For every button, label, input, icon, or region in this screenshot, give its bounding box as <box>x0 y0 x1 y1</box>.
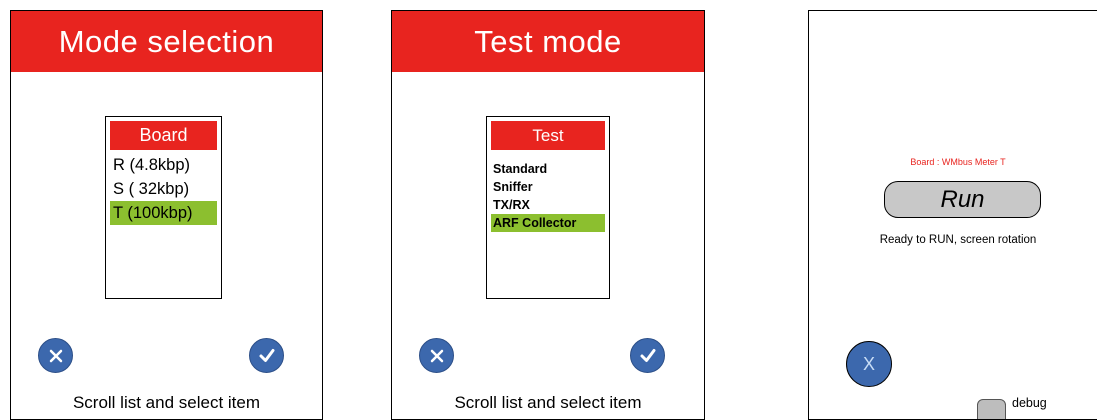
cancel-button[interactable]: X <box>846 341 892 387</box>
list-header: Board <box>110 121 217 150</box>
x-icon <box>430 349 443 362</box>
confirm-button[interactable] <box>630 338 665 373</box>
status-text: Ready to RUN, screen rotation <box>879 234 1037 246</box>
list-item-selected[interactable]: T (100kbp) <box>110 201 217 225</box>
list-item[interactable]: S ( 32kbp) <box>110 177 217 201</box>
list-item[interactable]: TX/RX <box>491 196 605 214</box>
mode-selection-screen: Mode selection Board R (4.8kbp) S ( 32kb… <box>10 10 323 420</box>
x-icon <box>49 349 62 362</box>
test-mode-screen: Test mode Test Standard Sniffer TX/RX AR… <box>391 10 705 420</box>
cancel-label: X <box>862 353 875 374</box>
list-item[interactable]: Standard <box>491 160 605 178</box>
list-item-selected[interactable]: ARF Collector <box>491 214 605 232</box>
run-screen: Board : WMbus Meter T Run Ready to RUN, … <box>808 10 1097 420</box>
instruction-text: Scroll list and select item <box>454 393 642 412</box>
cancel-button[interactable] <box>38 338 73 373</box>
cancel-button[interactable] <box>419 338 454 373</box>
board-list[interactable]: Board R (4.8kbp) S ( 32kbp) T (100kbp) <box>105 116 222 299</box>
debug-label: debug <box>1012 396 1047 410</box>
list-header: Test <box>491 121 605 150</box>
list-item[interactable]: Sniffer <box>491 178 605 196</box>
board-label: Board : WMbus Meter T <box>910 157 1006 167</box>
run-button[interactable]: Run <box>884 181 1041 218</box>
test-list[interactable]: Test Standard Sniffer TX/RX ARF Collecto… <box>486 116 610 299</box>
checkmark-icon <box>640 348 655 362</box>
list-item[interactable]: R (4.8kbp) <box>110 153 217 177</box>
screen-title: Test mode <box>392 11 704 72</box>
checkmark-icon <box>259 348 274 362</box>
confirm-button[interactable] <box>249 338 284 373</box>
debug-checkbox[interactable] <box>977 399 1006 419</box>
instruction-text: Scroll list and select item <box>72 393 261 412</box>
screen-title: Mode selection <box>11 11 322 72</box>
